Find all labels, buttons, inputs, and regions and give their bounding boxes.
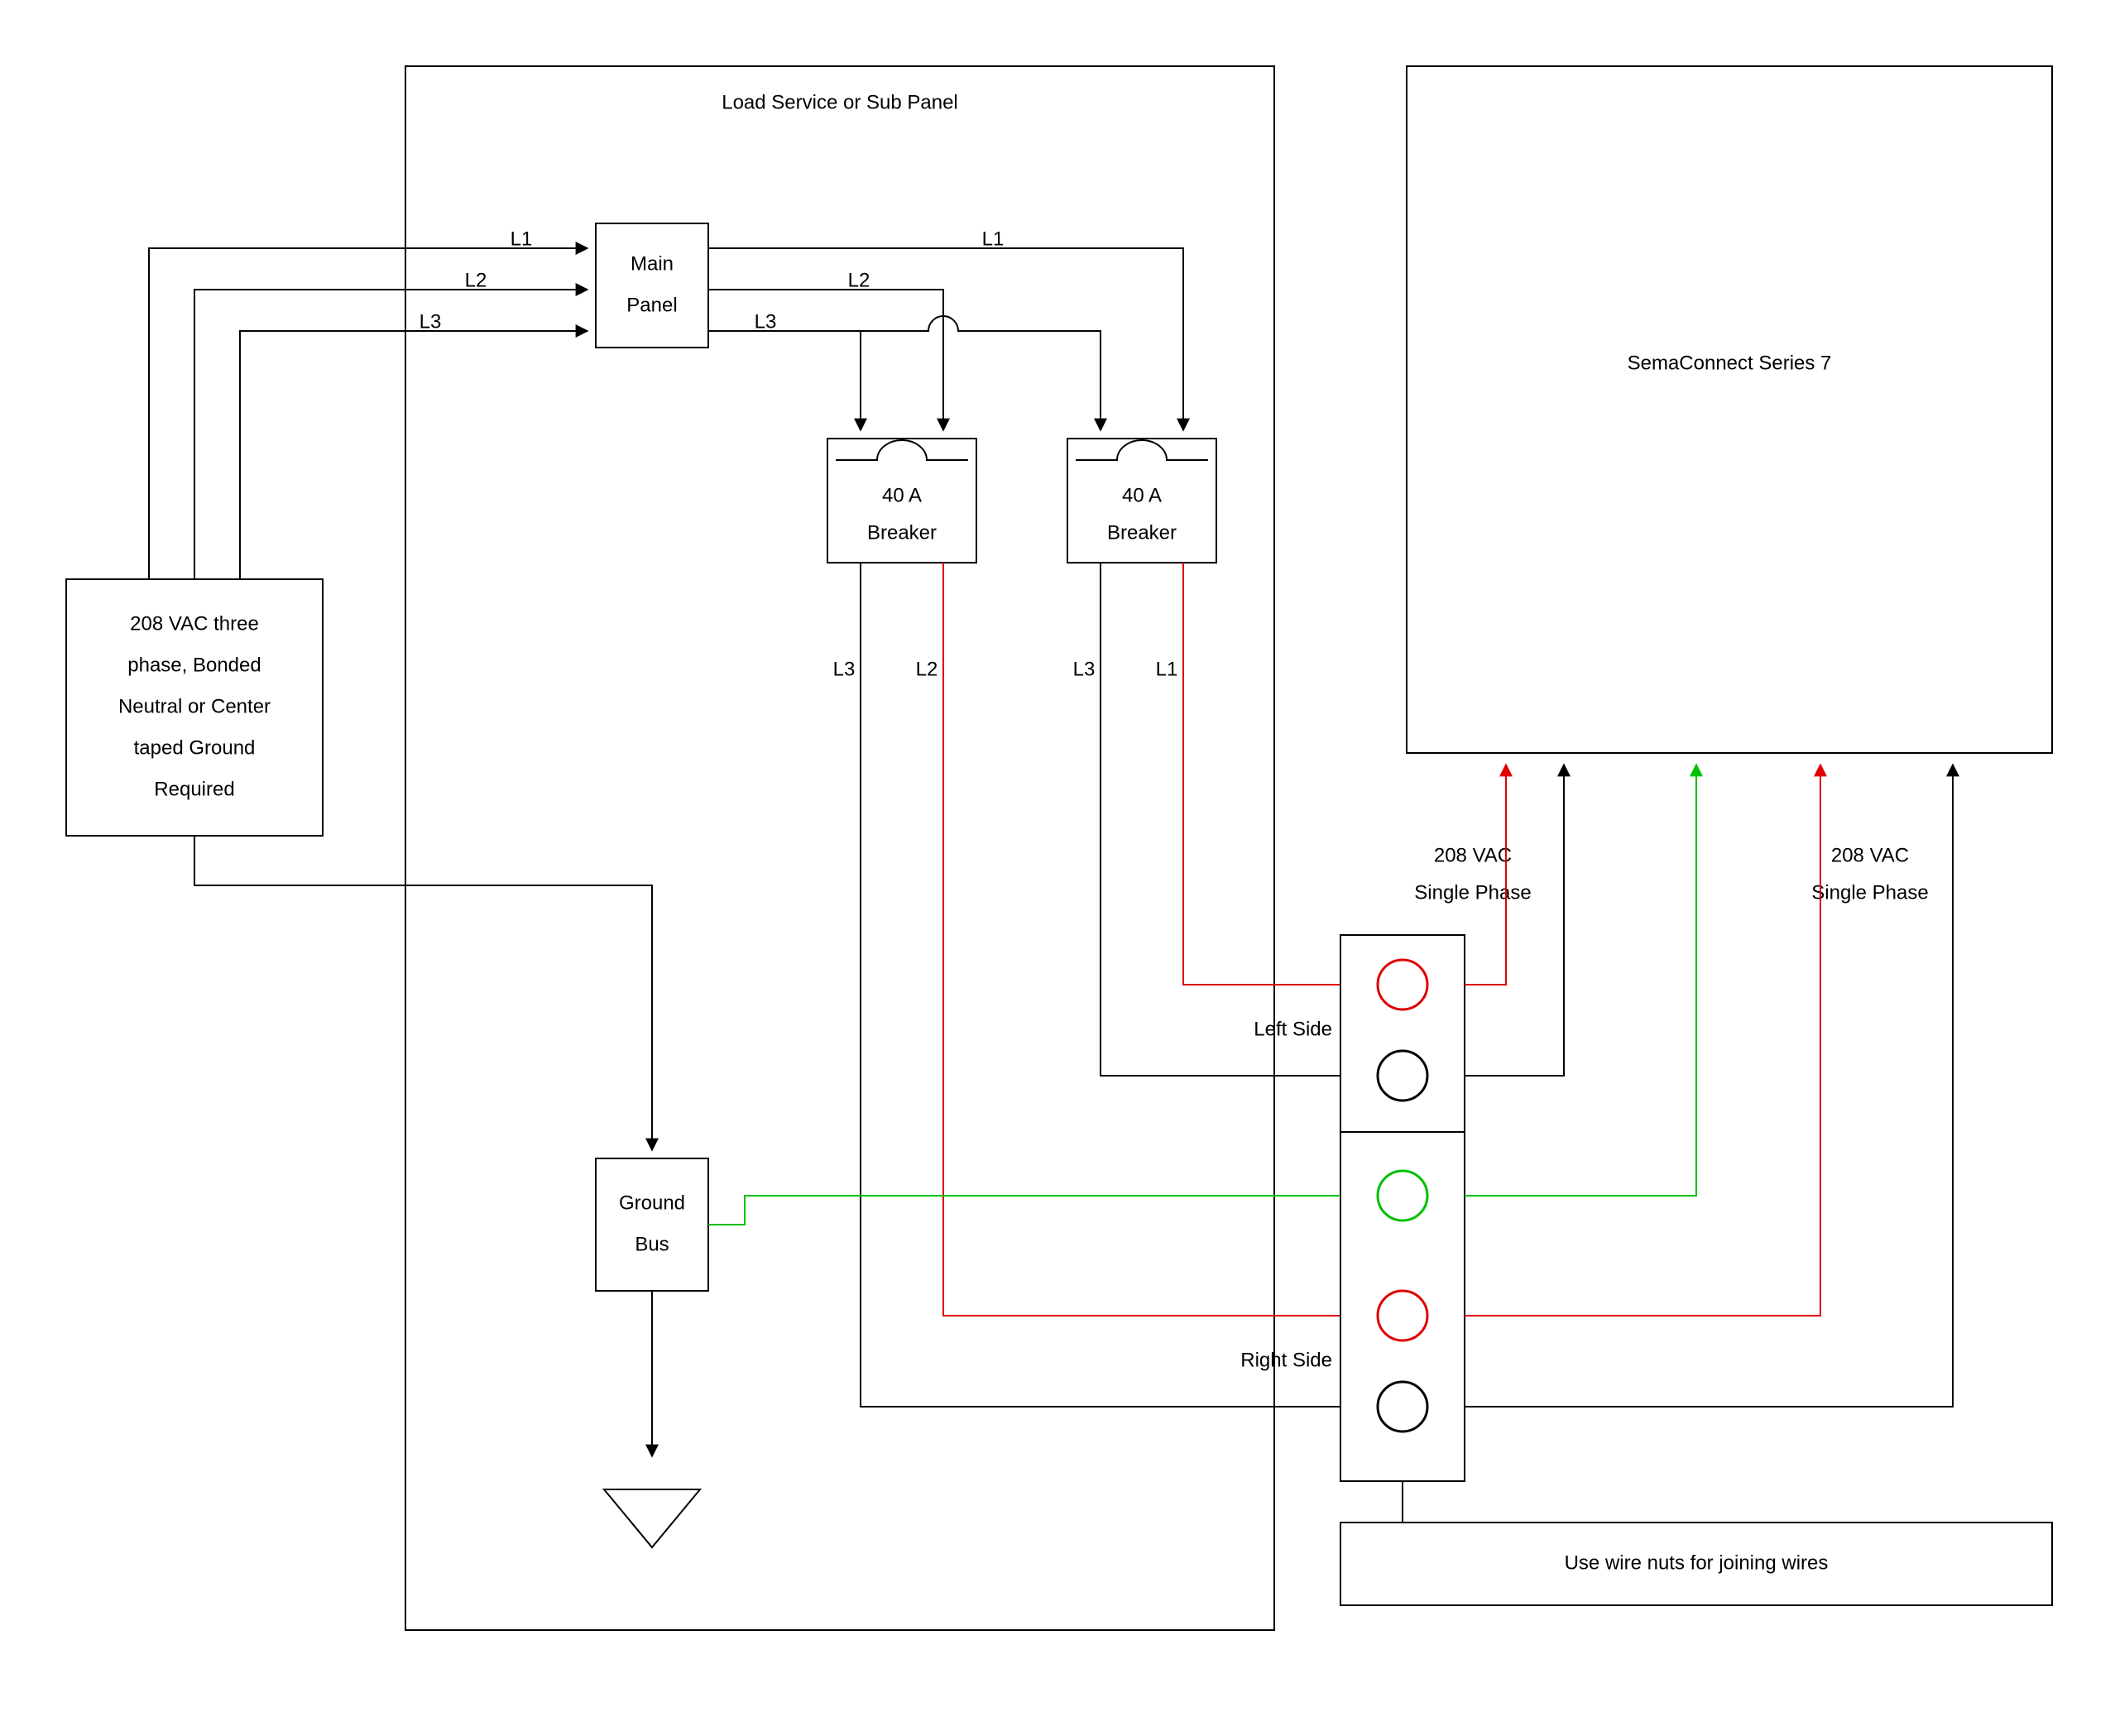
right-side-label: Right Side [1240,1349,1332,1371]
source-line4: taped Ground [134,736,256,759]
source-line1: 208 VAC three [130,612,259,635]
source-line3: Neutral or Center [118,695,271,717]
terminal-green [1378,1171,1427,1220]
source-line2: phase, Bonded [127,654,261,676]
main-panel-line2: Panel [626,294,677,316]
b2-l3-label: L3 [1073,658,1096,680]
main-panel-box [596,223,708,348]
l1-in-label: L1 [511,228,533,250]
out-left-black [1465,765,1564,1076]
l2-panel-label: L2 [848,269,870,291]
voltage1-line2: Single Phase [1414,881,1531,904]
terminal-left-black [1378,1051,1427,1101]
out-right-red [1465,765,1820,1316]
terminal-right-red [1378,1291,1427,1340]
main-panel-line1: Main [631,252,674,275]
out-left-red [1465,765,1506,985]
left-side-label: Left Side [1254,1018,1332,1040]
panel-title: Load Service or Sub Panel [722,91,958,113]
device-name: SemaConnect Series 7 [1628,352,1832,374]
breaker1-line2: Breaker [867,521,937,544]
ground-bus-line2: Bus [635,1233,669,1255]
l3-in-label: L3 [420,310,442,333]
voltage2-line2: Single Phase [1811,881,1928,904]
terminal-right-black [1378,1382,1427,1431]
l2-in-label: L2 [465,269,487,291]
ground-bus-box [596,1158,708,1291]
breaker1-line1: 40 A [882,484,922,506]
voltage1-line1: 208 VAC [1434,844,1512,866]
sub-panel-box [405,66,1274,1630]
breaker2-line2: Breaker [1107,521,1177,544]
out-green [1465,765,1696,1196]
l1-panel-label: L1 [982,228,1005,250]
b2-l1-label: L1 [1156,658,1178,680]
ground-bus-line1: Ground [619,1192,685,1214]
l3-panel-label: L3 [755,310,777,333]
terminal-left-red [1378,960,1427,1009]
voltage2-line1: 208 VAC [1831,844,1909,866]
b1-l3-label: L3 [833,658,856,680]
source-line5: Required [154,778,234,800]
breaker2-line1: 40 A [1122,484,1162,506]
wiring-diagram: Load Service or Sub Panel SemaConnect Se… [0,0,2110,1736]
b1-l2-label: L2 [916,658,938,680]
wire-nut-note: Use wire nuts for joining wires [1565,1551,1829,1574]
device-box [1407,66,2052,753]
